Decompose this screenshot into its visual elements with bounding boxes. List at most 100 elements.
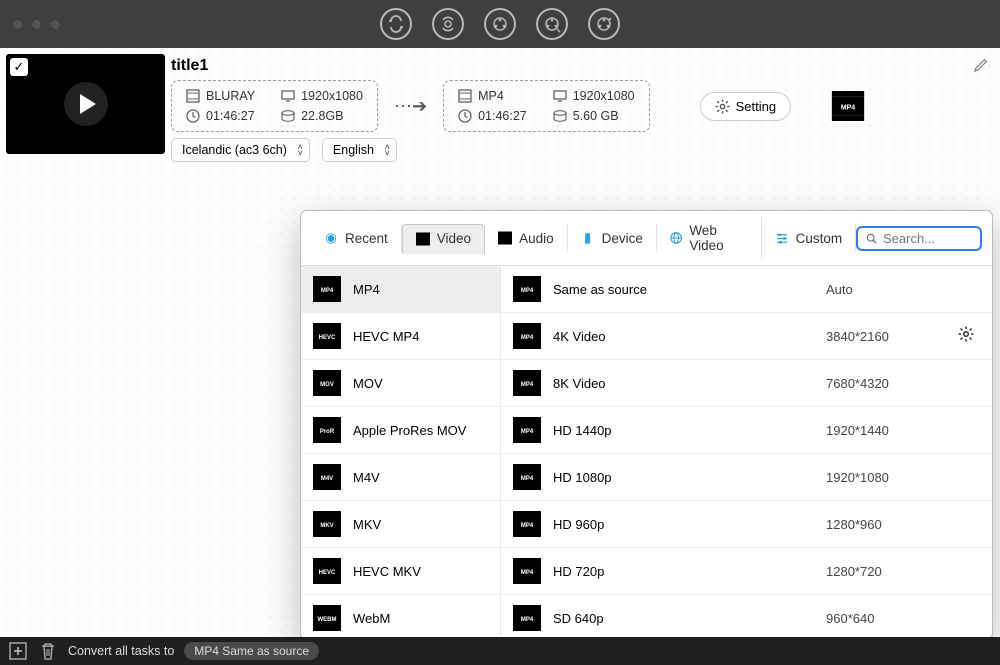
- container-label: Apple ProRes MOV: [353, 423, 466, 438]
- preset-resolution: 1280*960: [826, 517, 946, 532]
- tab-device[interactable]: ▮ Device: [568, 224, 657, 252]
- format-icon: M4V: [313, 464, 341, 490]
- audio-track-select[interactable]: Icelandic (ac3 6ch) ˄˅: [171, 138, 310, 162]
- task-thumbnail[interactable]: ✓: [6, 54, 165, 154]
- tab-recent[interactable]: ◉ Recent: [311, 224, 402, 252]
- mode-sync-icon[interactable]: [432, 8, 464, 40]
- add-task-button[interactable]: [8, 641, 28, 661]
- container-item[interactable]: MOV MOV: [301, 360, 500, 407]
- task-title: title1: [171, 57, 208, 75]
- format-icon: MP4: [513, 558, 541, 584]
- mode-reel-c-icon[interactable]: [588, 8, 620, 40]
- mode-reel-b-icon[interactable]: [536, 8, 568, 40]
- container-label: MP4: [353, 282, 380, 297]
- window-zoom-button[interactable]: [50, 19, 61, 30]
- device-icon: ▮: [581, 230, 595, 246]
- output-format-badge[interactable]: MP4: [831, 90, 865, 122]
- tab-video[interactable]: Video: [402, 224, 485, 254]
- setting-button[interactable]: Setting: [700, 92, 791, 121]
- preset-resolution: Auto: [826, 282, 946, 297]
- format-icon: MOV: [313, 370, 341, 396]
- container-item[interactable]: M4VM4V: [301, 454, 500, 501]
- format-icon: MP4: [513, 605, 541, 631]
- format-icon: MP4: [513, 417, 541, 443]
- video-icon: [416, 231, 430, 247]
- format-search-input[interactable]: [883, 231, 972, 246]
- container-item[interactable]: HEVC HEVC MP4: [301, 313, 500, 360]
- convert-all-target[interactable]: MP4 Same as source: [184, 642, 319, 660]
- mode-convert-icon[interactable]: [380, 8, 412, 40]
- svg-text:M4V: M4V: [321, 476, 333, 482]
- container-item[interactable]: WEBMWebM: [301, 595, 500, 639]
- mode-reel-a-icon[interactable]: [484, 8, 516, 40]
- format-search[interactable]: [856, 226, 982, 251]
- container-label: MKV: [353, 517, 381, 532]
- preset-label: HD 1440p: [553, 423, 814, 438]
- convert-all-label: Convert all tasks to: [68, 644, 174, 658]
- container-list[interactable]: MP4 MP4 HEVC HEVC MP4 MOV MOV ProR Apple ProRes…: [301, 266, 501, 639]
- preset-item[interactable]: MP4SD 640p960*640: [501, 595, 992, 639]
- subtitle-track-select[interactable]: English ˄˅: [322, 138, 397, 162]
- custom-icon: [775, 230, 789, 246]
- container-item[interactable]: MKV MKV: [301, 501, 500, 548]
- svg-text:MP4: MP4: [521, 429, 534, 435]
- play-preview-button[interactable]: [64, 82, 108, 126]
- svg-text:ProR: ProR: [320, 429, 335, 435]
- target-dimensions: 1920x1080: [573, 89, 635, 103]
- target-format: MP4: [478, 89, 504, 103]
- preset-item[interactable]: MP4HD 960p1280*960: [501, 501, 992, 548]
- preset-list[interactable]: MP4Same as sourceAutoMP44K Video3840*216…: [501, 266, 992, 639]
- svg-text:MKV: MKV: [320, 523, 333, 529]
- tab-web-video[interactable]: Web Video: [657, 217, 762, 259]
- svg-text:MP4: MP4: [841, 104, 855, 111]
- svg-text:WEBM: WEBM: [318, 617, 337, 623]
- source-duration: 01:46:27: [206, 109, 255, 123]
- preset-label: Same as source: [553, 282, 814, 297]
- source-info-box: BLURAY 1920x1080 01:46:27 22.8GB: [171, 80, 378, 132]
- window-close-button[interactable]: [12, 19, 23, 30]
- task-checkbox[interactable]: ✓: [10, 58, 28, 76]
- source-dimensions: 1920x1080: [301, 89, 363, 103]
- container-label: MOV: [353, 376, 383, 391]
- edit-title-button[interactable]: [974, 56, 994, 76]
- preset-item[interactable]: MP4HD 720p1280*720: [501, 548, 992, 595]
- window-minimize-button[interactable]: [31, 19, 42, 30]
- preset-resolution: 1920*1080: [826, 470, 946, 485]
- format-icon: WEBM: [313, 605, 341, 631]
- preset-item[interactable]: MP4HD 1440p1920*1440: [501, 407, 992, 454]
- preset-item[interactable]: MP4HD 1080p1920*1080: [501, 454, 992, 501]
- tab-custom[interactable]: Custom: [762, 224, 857, 252]
- delete-task-button[interactable]: [38, 641, 58, 661]
- container-item[interactable]: HEVCHEVC MKV: [301, 548, 500, 595]
- format-popover: ◉ Recent Video Audio ▮ Device Web Video …: [300, 210, 993, 640]
- target-duration: 01:46:27: [478, 109, 527, 123]
- tab-audio[interactable]: Audio: [485, 224, 568, 252]
- preset-item[interactable]: MP48K Video7680*4320: [501, 360, 992, 407]
- preset-label: 4K Video: [553, 329, 814, 344]
- format-icon: MP4: [513, 323, 541, 349]
- container-item[interactable]: MP4 MP4: [301, 266, 500, 313]
- preset-label: SD 640p: [553, 611, 814, 626]
- format-icon: MP4: [513, 370, 541, 396]
- format-icon: MP4: [513, 511, 541, 537]
- preset-item[interactable]: MP44K Video3840*2160: [501, 313, 992, 360]
- task-row: ✓ title1 BLURAY 1920x1080 01:46:27 22.8G…: [6, 54, 994, 158]
- preset-item[interactable]: MP4 Same as source Auto: [501, 266, 992, 313]
- web-icon: [670, 230, 682, 246]
- container-label: HEVC MP4: [353, 329, 419, 344]
- format-icon: HEVC: [313, 323, 341, 349]
- bottom-bar: Convert all tasks to MP4 Same as source: [0, 637, 1000, 665]
- format-icon: MP4: [513, 464, 541, 490]
- preset-settings-button[interactable]: [958, 326, 980, 347]
- svg-text:MP4: MP4: [521, 523, 534, 529]
- container-item[interactable]: ProR Apple ProRes MOV: [301, 407, 500, 454]
- format-icon: MP4: [513, 276, 541, 302]
- svg-text:MP4: MP4: [321, 288, 334, 294]
- search-icon: [866, 232, 877, 245]
- svg-text:MP4: MP4: [521, 382, 534, 388]
- container-label: HEVC MKV: [353, 564, 421, 579]
- target-info-box: MP4 1920x1080 01:46:27 5.60 GB: [443, 80, 650, 132]
- format-icon: ProR: [313, 417, 341, 443]
- format-icon: MKV: [313, 511, 341, 537]
- preset-label: 8K Video: [553, 376, 814, 391]
